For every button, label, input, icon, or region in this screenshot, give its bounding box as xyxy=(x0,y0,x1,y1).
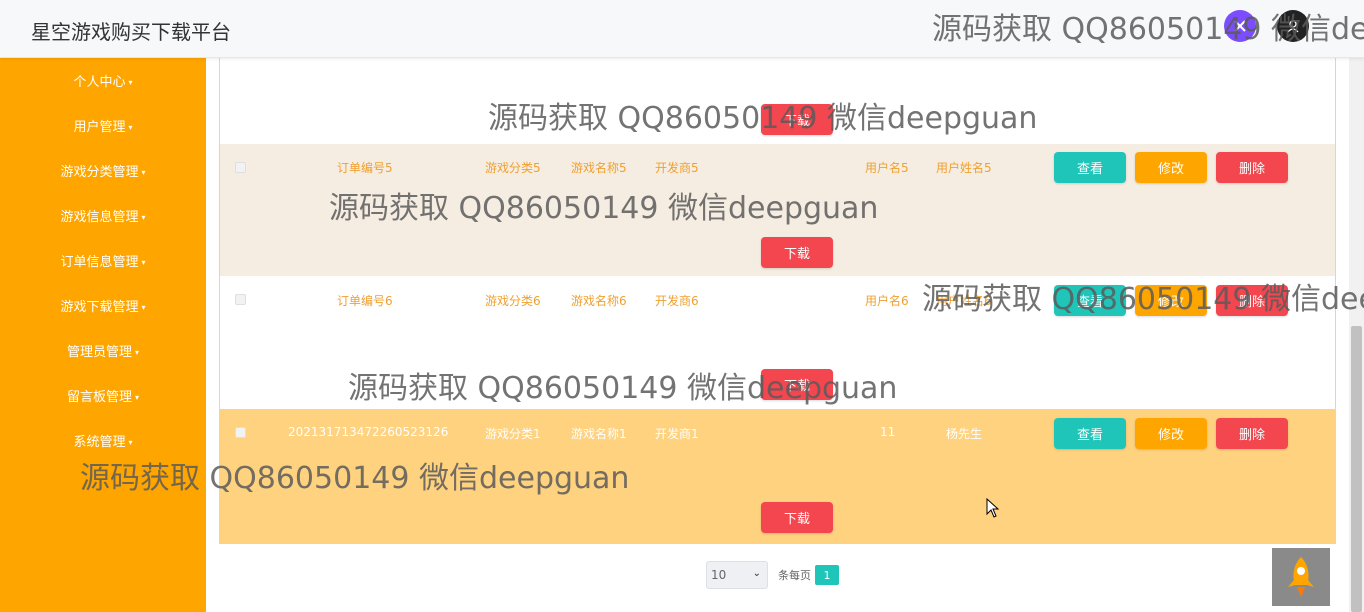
sidebar-item-system-management[interactable]: 系统管理 ▾ xyxy=(0,431,206,450)
sidebar-item-admin-management[interactable]: 管理员管理 ▾ xyxy=(0,341,206,360)
row-checkbox[interactable] xyxy=(235,427,246,438)
view-button[interactable]: 查看 xyxy=(1054,285,1126,316)
scroll-thumb[interactable] xyxy=(1351,326,1362,612)
username-cell: 用户名6 xyxy=(865,294,909,308)
row-checkbox[interactable] xyxy=(235,294,246,305)
sidebar-item-game-download[interactable]: 游戏下载管理 ▾ xyxy=(0,296,206,315)
realname-cell: 用户姓名5 xyxy=(936,161,992,175)
caret-down-icon: ▾ xyxy=(128,438,133,447)
category-cell: 游戏分类6 xyxy=(485,294,541,308)
page-number-button[interactable]: 1 xyxy=(815,565,839,585)
sidebar-item-order-info[interactable]: 订单信息管理 ▾ xyxy=(0,251,206,270)
caret-down-icon: ▾ xyxy=(135,348,140,357)
top-bar: 星空游戏购买下载平台 xyxy=(0,0,1364,58)
developer-cell: 开发商5 xyxy=(655,161,699,175)
download-button[interactable]: 下载 xyxy=(761,502,833,533)
edit-button[interactable]: 修改 xyxy=(1135,418,1207,449)
game-name-cell: 游戏名称6 xyxy=(571,294,627,308)
table-row[interactable]: 订单编号5 游戏分类5 游戏名称5 开发商5 用户名5 用户姓名5 查看 修改 … xyxy=(220,144,1335,276)
table-row: 下载 xyxy=(220,58,1335,144)
main-content: 下载 订单编号5 游戏分类5 游戏名称5 开发商5 用户名5 用户姓名5 查看 … xyxy=(206,58,1348,612)
game-name-cell: 游戏名称5 xyxy=(571,161,627,175)
caret-down-icon: ▾ xyxy=(141,168,146,177)
username-cell: 11 xyxy=(880,425,896,439)
per-page-label: 条每页 xyxy=(778,569,811,582)
order-no-cell: 订单编号5 xyxy=(337,161,393,175)
developer-cell: 开发商1 xyxy=(655,427,699,441)
view-button[interactable]: 查看 xyxy=(1054,418,1126,449)
category-cell: 游戏分类5 xyxy=(485,161,541,175)
edit-button[interactable]: 修改 xyxy=(1135,285,1207,316)
delete-button[interactable]: 删除 xyxy=(1216,285,1288,316)
mouse-cursor-icon xyxy=(986,498,1000,518)
pagination: 10 ⌄ 条每页 1 xyxy=(706,561,839,589)
order-no-cell: 202131713472260523126 xyxy=(288,425,449,439)
app-title: 星空游戏购买下载平台 xyxy=(31,20,231,44)
realname-cell: 杨先生 xyxy=(946,427,983,441)
sidebar-item-user-management[interactable]: 用户管理 ▾ xyxy=(0,116,206,135)
caret-down-icon: ▾ xyxy=(135,393,140,402)
sidebar-item-game-info[interactable]: 游戏信息管理 ▾ xyxy=(0,206,206,225)
table-row[interactable]: 订单编号6 游戏分类6 游戏名称6 开发商6 用户名6 用户姓名6 查看 修改 … xyxy=(220,276,1335,409)
download-button[interactable]: 下载 xyxy=(761,237,833,268)
view-button[interactable]: 查看 xyxy=(1054,152,1126,183)
caret-down-icon: ▾ xyxy=(141,303,146,312)
vertical-scrollbar[interactable] xyxy=(1349,58,1364,612)
username-cell: 用户名5 xyxy=(865,161,909,175)
order-no-cell: 订单编号6 xyxy=(337,294,393,308)
sidebar: 个人中心 ▾ 用户管理 ▾ 游戏分类管理 ▾ 游戏信息管理 ▾ 订单信息管理 ▾ 游戏下载… xyxy=(0,58,206,612)
row-checkbox[interactable] xyxy=(235,162,246,173)
caret-down-icon: ▾ xyxy=(141,213,146,222)
user-avatar-icon[interactable] xyxy=(1277,10,1309,42)
sidebar-item-personal-center[interactable]: 个人中心 ▾ xyxy=(0,71,206,90)
sidebar-item-game-category[interactable]: 游戏分类管理 ▾ xyxy=(0,161,206,180)
data-table: 下载 订单编号5 游戏分类5 游戏名称5 开发商5 用户名5 用户姓名5 查看 … xyxy=(219,58,1336,544)
fullscreen-icon[interactable] xyxy=(1224,10,1256,42)
sidebar-item-message-board[interactable]: 留言板管理 ▾ xyxy=(0,386,206,405)
caret-down-icon: ▾ xyxy=(128,123,133,132)
developer-cell: 开发商6 xyxy=(655,294,699,308)
realname-cell: 用户姓名6 xyxy=(936,294,992,308)
delete-button[interactable]: 删除 xyxy=(1216,152,1288,183)
category-cell: 游戏分类1 xyxy=(485,427,541,441)
back-to-top-rocket-icon[interactable] xyxy=(1272,548,1330,606)
caret-down-icon: ▾ xyxy=(128,78,133,87)
edit-button[interactable]: 修改 xyxy=(1135,152,1207,183)
game-name-cell: 游戏名称1 xyxy=(571,427,627,441)
page-size-select[interactable]: 10 ⌄ xyxy=(706,561,768,589)
delete-button[interactable]: 删除 xyxy=(1216,418,1288,449)
caret-down-icon: ▾ xyxy=(141,258,146,267)
download-button[interactable]: 下载 xyxy=(761,104,833,135)
table-row[interactable]: 202131713472260523126 游戏分类1 游戏名称1 开发商1 1… xyxy=(220,409,1335,544)
download-button[interactable]: 下载 xyxy=(761,369,833,400)
chevron-down-icon: ⌄ xyxy=(752,568,761,579)
